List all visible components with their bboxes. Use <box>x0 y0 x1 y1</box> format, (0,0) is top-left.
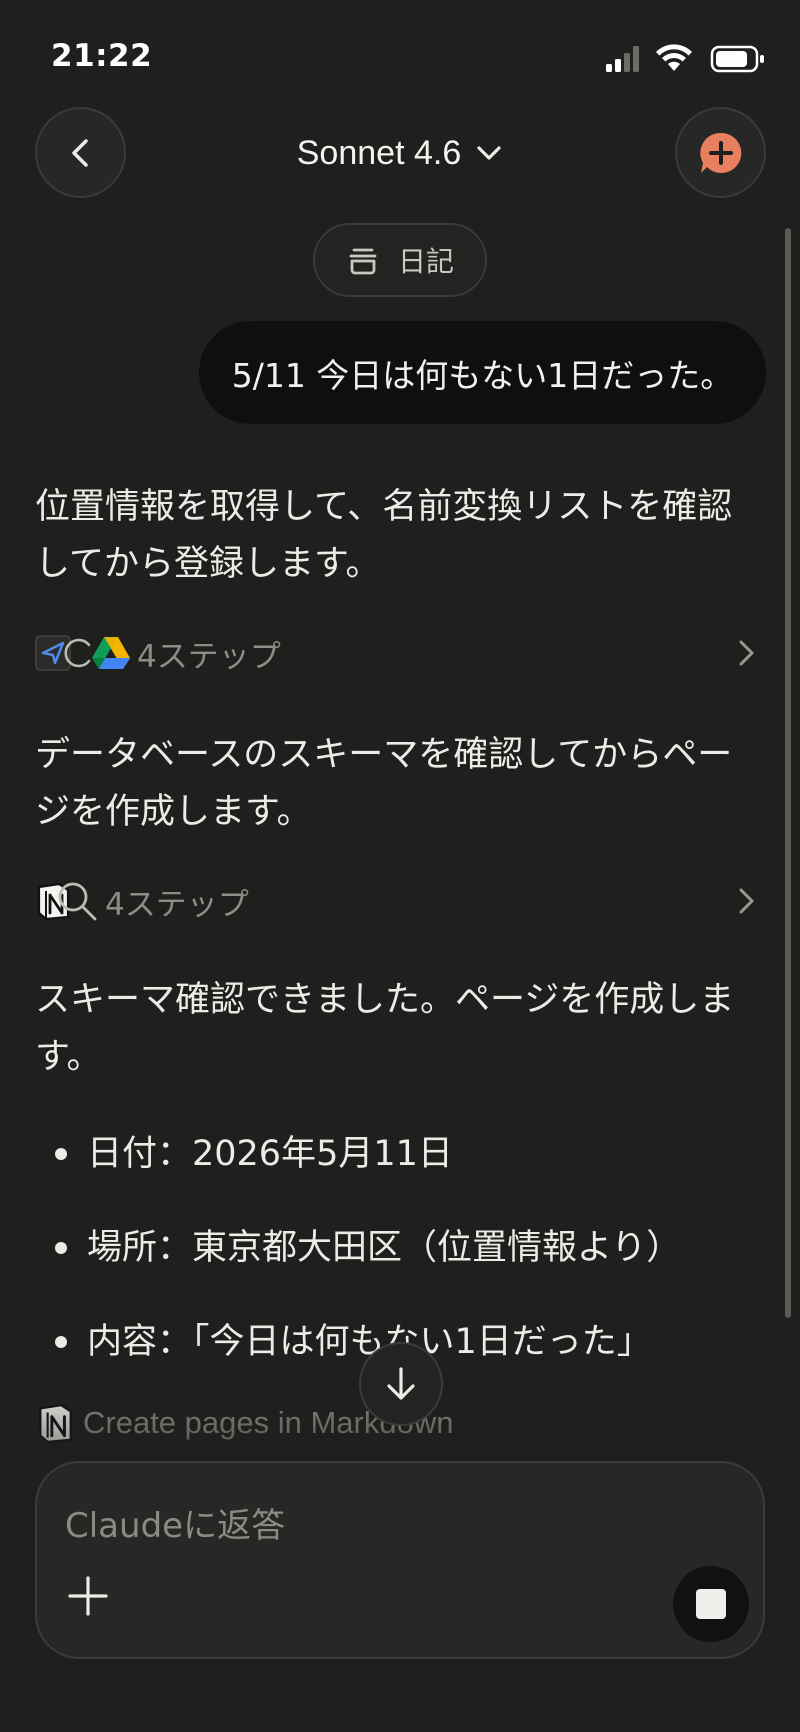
back-button[interactable] <box>35 107 126 198</box>
model-selector[interactable]: Sonnet 4.6 <box>270 128 530 178</box>
stop-button[interactable] <box>673 1566 749 1642</box>
notion-icon <box>39 1403 72 1444</box>
search-icon <box>58 882 97 921</box>
list-item: 日付：2026年5月11日 <box>55 1129 775 1179</box>
arrow-down-icon <box>387 1367 415 1400</box>
battery-icon <box>710 45 764 73</box>
loading-ring-icon <box>64 638 91 668</box>
project-chip[interactable]: 日記 <box>313 223 487 297</box>
list-item-text: 場所：東京都大田区（位置情報より） <box>87 1228 682 1268</box>
project-box-icon <box>349 248 377 275</box>
composer <box>35 1461 765 1659</box>
chevron-right-icon <box>739 640 754 666</box>
steps-count: 4ステップ <box>105 886 249 923</box>
assistant-message: データベースのスキーマを確認してからページを作成します。 <box>35 735 733 832</box>
user-message: 5/11 今日は何もない1日だった。 <box>199 321 766 424</box>
assistant-message: 位置情報を取得して、名前変換リストを確認してから登録します。 <box>35 487 733 584</box>
assistant-message: スキーマ確認できました。ページを作成します。 <box>35 980 735 1077</box>
chevron-left-icon <box>71 138 88 167</box>
google-drive-icon <box>92 637 130 669</box>
reply-input[interactable] <box>63 1493 667 1559</box>
status-icons <box>604 44 774 74</box>
bullet-dot <box>55 1148 67 1160</box>
new-chat-button[interactable] <box>675 107 766 198</box>
status-time: 21:22 <box>51 38 153 74</box>
tool-steps-row[interactable]: 4ステップ <box>35 876 765 926</box>
steps-count: 4ステップ <box>137 638 281 675</box>
scrollbar[interactable] <box>785 228 791 1318</box>
model-name: Sonnet 4.6 <box>296 133 462 172</box>
list-item: 場所：東京都大田区（位置情報より） <box>55 1223 775 1273</box>
new-chat-icon <box>699 132 741 173</box>
list-item-text: 日付：2026年5月11日 <box>87 1134 453 1174</box>
scroll-down-button[interactable] <box>359 1342 443 1426</box>
tool-steps-row[interactable]: 4ステップ <box>35 628 765 678</box>
wifi-icon <box>656 44 692 71</box>
plus-icon[interactable] <box>67 1575 109 1617</box>
chevron-down-icon <box>477 146 501 160</box>
chevron-right-icon <box>739 888 754 914</box>
cellular-signal-icon <box>606 46 639 72</box>
bullet-dot <box>55 1336 67 1348</box>
project-label: 日記 <box>397 245 454 278</box>
bullet-dot <box>55 1242 67 1254</box>
stop-icon <box>696 1589 726 1619</box>
